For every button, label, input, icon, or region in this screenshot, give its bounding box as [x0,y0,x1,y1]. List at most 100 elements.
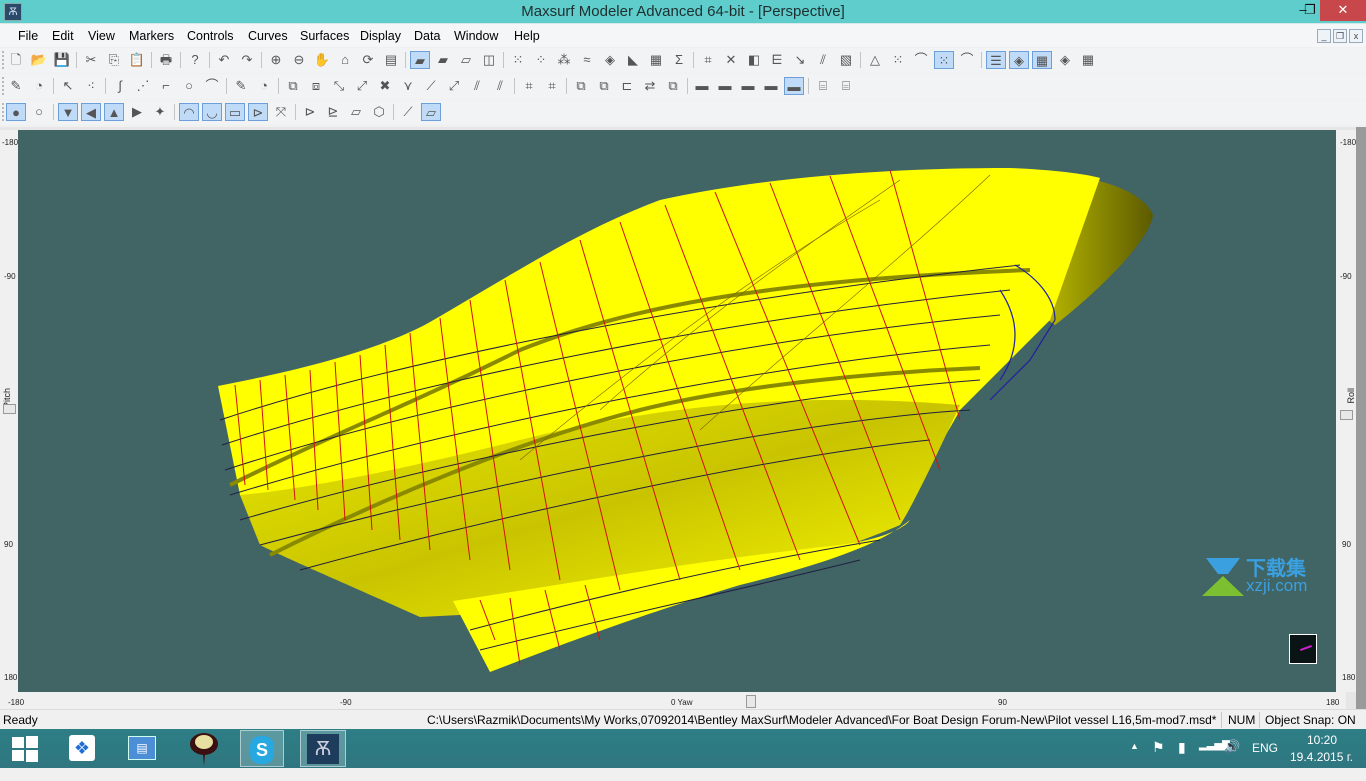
view-side-button[interactable]: ⊵ [323,103,343,121]
corner-node-button[interactable]: ⌐ [156,77,176,95]
roll-ruler[interactable]: -180 -90 90 180 Roll [1336,130,1356,692]
grid-points-button[interactable]: ⁙ [508,51,528,69]
open-folder-button[interactable]: 📂 [29,51,49,69]
hull-model[interactable] [18,130,1336,692]
light-right-button[interactable]: ▶ [127,103,147,121]
arch-node-button[interactable]: ⌒ [202,77,222,95]
menu-controls[interactable]: Controls [187,29,234,43]
view-iso-button[interactable]: ⬡ [369,103,389,121]
parallel-out-button[interactable]: ⫽ [490,77,510,95]
flip-button[interactable]: ⇄ [640,77,660,95]
viewpoint-button[interactable]: ⤧ [271,103,291,121]
perspective-view-button[interactable]: ⊳ [248,103,268,121]
collapse-button[interactable]: ⤢ [352,77,372,95]
grid-cyan-button[interactable]: ▦ [1032,51,1052,69]
triangle-mesh-button[interactable]: △ [865,51,885,69]
redo-button[interactable]: ↷ [237,51,257,69]
taskbar-skype[interactable]: S [240,730,284,767]
arrow-button[interactable]: ↘ [790,51,810,69]
merge-button[interactable]: ✖ [375,77,395,95]
menu-help[interactable]: Help [514,29,540,43]
light-left-button[interactable]: ◀ [81,103,101,121]
bg-image-1-button[interactable]: ▬ [692,77,712,95]
curvature-graph-button[interactable]: ◣ [623,51,643,69]
close-button[interactable]: ✕ [1320,0,1366,21]
spline-nodes-button[interactable]: ⋰ [133,77,153,95]
paste-surface-button[interactable]: ⧈ [306,77,326,95]
menu-view[interactable]: View [88,29,115,43]
menu-data[interactable]: Data [414,29,440,43]
mdi-restore-button[interactable]: ❐ [1333,29,1347,43]
intersect-button[interactable]: ✕ [721,51,741,69]
taskbar-hydromax[interactable] [182,730,226,767]
half-surface-button[interactable]: ◧ [744,51,764,69]
line-dashed-button[interactable]: ⤢ [444,77,464,95]
visibility-button[interactable]: ⟋ [398,103,418,121]
roll-slider-thumb[interactable] [1340,410,1353,420]
save-button[interactable]: 💾 [52,51,72,69]
paste-button[interactable]: 📋 [127,51,147,69]
net-lines-button[interactable]: ☰ [986,51,1006,69]
lines-plan-button[interactable]: ⋿ [767,51,787,69]
plan-view-button[interactable]: ▭ [225,103,245,121]
pan-hand-button[interactable]: ✋ [312,51,332,69]
data-table-button[interactable]: ▦ [646,51,666,69]
frame-button[interactable]: ⌗ [519,77,539,95]
pacman-button[interactable]: ◔ [29,77,49,95]
surface-colour-button[interactable]: ▱ [421,103,441,121]
stack-button[interactable]: ▧ [836,51,856,69]
menu-markers[interactable]: Markers [129,29,174,43]
light-bottom-button[interactable]: ▲ [104,103,124,121]
copy-surface-button[interactable]: ⧉ [283,77,303,95]
expand-button[interactable]: ⤡ [329,77,349,95]
view-top-button[interactable]: ▱ [346,103,366,121]
net-tag-button[interactable]: ◈ [1009,51,1029,69]
spline-red-button[interactable]: ∫ [110,77,130,95]
trim-drop-button[interactable]: ⌸ [836,77,856,95]
calc-sum-button[interactable]: Σ [669,51,689,69]
vertical-scrollbar[interactable] [1356,127,1366,709]
clock-date[interactable]: 19.4.2015 г. [1290,750,1353,764]
render-surface-button[interactable]: ▰ [410,51,430,69]
help-button[interactable]: ? [185,51,205,69]
rotate-button[interactable]: ⟳ [358,51,378,69]
cut-button[interactable]: ✂ [81,51,101,69]
parallel-in-button[interactable]: ⫽ [467,77,487,95]
grid-wave-button[interactable]: ≈ [577,51,597,69]
menu-edit[interactable]: Edit [52,29,74,43]
control-points-off-button[interactable]: ⁙ [888,51,908,69]
action-center-flag-icon[interactable]: ⚑ [1152,739,1165,756]
volume-icon[interactable]: 🔊 [1224,739,1240,755]
line-red-button[interactable]: ⟋ [421,77,441,95]
ungroup-button[interactable]: ⧉ [594,77,614,95]
start-button[interactable] [3,730,47,767]
taskbar-dropbox[interactable]: ❖ [60,730,104,767]
print-button[interactable]: 🖶 [156,51,176,69]
wire-sphere-button[interactable]: ○ [29,103,49,121]
assembly-button[interactable]: ▤ [381,51,401,69]
group-button[interactable]: ⧉ [571,77,591,95]
pencil-button[interactable]: ✎ [6,77,26,95]
bg-image-3-button[interactable]: ▬ [738,77,758,95]
markers-button[interactable]: ◈ [600,51,620,69]
profile-view-button[interactable]: ◡ [202,103,222,121]
split-button[interactable]: ⋎ [398,77,418,95]
light-custom-button[interactable]: ✦ [150,103,170,121]
grid-curve-button[interactable]: ⁘ [531,51,551,69]
pencil-light-button[interactable]: ✎ [231,77,251,95]
new-document-button[interactable]: 🗋 [6,51,26,69]
clock-time[interactable]: 10:20 [1307,733,1337,747]
home-view-button[interactable]: ⌂ [335,51,355,69]
curve-dots-button[interactable]: ⌒ [911,51,931,69]
contour-button[interactable]: ⌗ [698,51,718,69]
surface-shaded-button[interactable]: ▰ [433,51,453,69]
surface-section-button[interactable]: ◫ [479,51,499,69]
surface-flat-button[interactable]: ▱ [456,51,476,69]
mdi-minimize-button[interactable]: _ [1317,29,1331,43]
taskbar-control-panel[interactable]: ▤ [120,730,164,767]
menu-window[interactable]: Window [454,29,498,43]
body-plan-button[interactable]: ◠ [179,103,199,121]
frame-drop-button[interactable]: ⌗ [542,77,562,95]
zoom-in-button[interactable]: ⊕ [266,51,286,69]
bg-image-4-button[interactable]: ▬ [761,77,781,95]
